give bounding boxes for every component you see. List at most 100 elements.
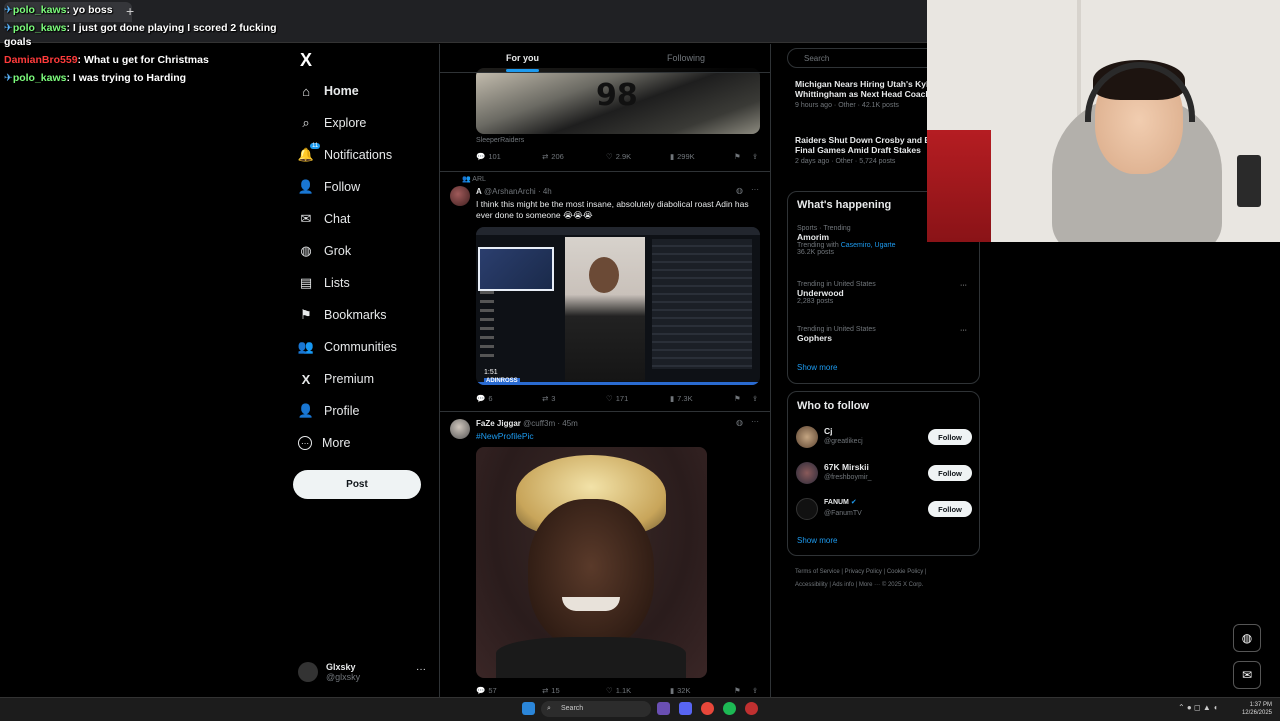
author-name[interactable]: A <box>476 187 482 196</box>
discord-icon[interactable] <box>679 702 692 715</box>
repost-button[interactable]: ⇄ 3 <box>542 394 555 403</box>
reply-button[interactable]: 💬 6 <box>476 394 493 403</box>
search-icon: ⌕ <box>547 705 551 712</box>
more-icon[interactable]: ··· <box>751 417 759 426</box>
nav-chat[interactable]: ✉ Chat <box>298 205 351 233</box>
more-icon: ⋯ <box>298 436 312 450</box>
views-icon: ▮ <box>670 394 675 403</box>
share-icon: ⇪ <box>752 152 759 161</box>
tab-following[interactable]: Following <box>667 44 705 72</box>
follow-button[interactable]: Follow <box>928 465 972 481</box>
account-switcher[interactable]: Glxsky @glxsky ··· <box>298 656 430 688</box>
obs-icon[interactable] <box>745 702 758 715</box>
home-icon: ⌂ <box>302 83 310 99</box>
nav-follow[interactable]: 👤 Follow <box>298 173 360 201</box>
chrome-icon[interactable] <box>701 702 714 715</box>
nav-communities[interactable]: 👥 Communities <box>298 333 397 361</box>
follow-button[interactable]: Follow <box>928 501 972 517</box>
reply-button[interactable]: 💬 57 <box>476 686 497 695</box>
new-tab-button[interactable]: + <box>126 3 134 19</box>
heart-icon: ♡ <box>606 394 613 403</box>
tab-for-you[interactable]: For you <box>506 44 539 72</box>
bookmark-button[interactable]: ⚑ <box>734 394 741 403</box>
grok-icon[interactable]: ◍ <box>1233 624 1261 652</box>
nav-premium[interactable]: X Premium <box>298 365 374 393</box>
more-icon[interactable]: ··· <box>960 282 967 289</box>
spotify-icon[interactable] <box>723 702 736 715</box>
post-button[interactable]: Post <box>293 470 421 499</box>
more-icon[interactable]: ··· <box>416 664 426 675</box>
nav-bookmarks[interactable]: ⚑ Bookmarks <box>298 301 386 329</box>
post-header: FaZe Jiggar @cuff3m · 45m <box>476 419 578 428</box>
bookmark-button[interactable]: ⚑ <box>734 152 741 161</box>
image-shirt <box>496 637 686 678</box>
views-button[interactable]: ▮ 299K <box>670 152 695 161</box>
profile-icon: 👤 <box>297 403 315 418</box>
grok-icon[interactable]: ◍ <box>736 418 743 427</box>
avatar[interactable] <box>450 419 470 439</box>
nav-more[interactable]: ⋯ More <box>298 429 350 457</box>
bookmark-icon: ⚑ <box>300 307 312 322</box>
author-name[interactable]: FaZe Jiggar <box>476 419 521 428</box>
bookmark-icon: ⚑ <box>734 152 741 161</box>
nav-notifications[interactable]: 🔔 11 Notifications <box>298 141 392 169</box>
post-video[interactable]: 1:51 ADINROSS <box>476 227 760 385</box>
chat-message: ✈polo_kaws: I just got done playing I sc… <box>4 22 277 34</box>
repost-icon: ⇄ <box>542 152 549 161</box>
share-button[interactable]: ⇪ <box>752 394 758 403</box>
share-button[interactable]: ⇪ <box>752 686 758 695</box>
post-text: I think this might be the most insane, a… <box>476 199 749 220</box>
repost-button[interactable]: ⇄ 15 <box>542 686 560 695</box>
avatar <box>796 498 818 520</box>
bookmark-button[interactable]: ⚑ <box>734 686 741 695</box>
hashtag-link[interactable]: #NewProfilePic <box>476 431 756 442</box>
author-handle[interactable]: @ArshanArchi <box>484 187 536 196</box>
views-button[interactable]: ▮ 7.3K <box>670 394 693 403</box>
show-more-link[interactable]: Show more <box>797 536 837 545</box>
chat-message: ✈polo_kaws: yo boss <box>4 4 113 16</box>
notification-badge: 11 <box>310 143 321 149</box>
post-image[interactable]: 98 <box>476 68 760 134</box>
x-logo[interactable]: X <box>300 50 312 71</box>
more-icon[interactable]: ··· <box>751 185 759 194</box>
badge-icon: ✈ <box>4 72 13 84</box>
system-tray-icons[interactable]: ⌃ ● ◻ ▲ ◖ <box>1178 703 1218 712</box>
show-more-link[interactable]: Show more <box>797 363 837 372</box>
card-title: What's happening <box>797 199 892 211</box>
more-icon[interactable]: ··· <box>960 327 967 334</box>
nav-lists[interactable]: ▤ Lists <box>298 269 350 297</box>
image-face <box>528 499 654 649</box>
nav-grok[interactable]: ◍ Grok <box>298 237 351 265</box>
views-button[interactable]: ▮ 32K <box>670 686 691 695</box>
video-inset-thumbnail <box>478 247 554 291</box>
share-icon: ⇪ <box>752 686 759 695</box>
trend-item[interactable]: Trending in United States Underwood 2,28… <box>797 281 967 305</box>
post-time[interactable]: · 45m <box>557 419 577 428</box>
community-icon: 👥 <box>462 176 471 183</box>
share-button[interactable]: ⇪ <box>752 152 758 161</box>
author-handle[interactable]: @cuff3m <box>523 419 555 428</box>
app-icon[interactable] <box>657 702 670 715</box>
nav-profile[interactable]: 👤 Profile <box>297 397 360 425</box>
mail-icon: ✉ <box>300 211 312 226</box>
taskbar-search[interactable]: ⌕ Search <box>541 701 651 717</box>
grok-icon[interactable]: ◍ <box>736 186 743 195</box>
repost-button[interactable]: ⇄ 206 <box>542 152 564 161</box>
avatar <box>298 662 318 682</box>
mail-icon[interactable]: ✉ <box>1233 661 1261 689</box>
nav-home[interactable]: ⌂ Home <box>298 77 359 105</box>
like-button[interactable]: ♡ 2.9K <box>606 152 631 161</box>
post-image[interactable] <box>476 447 707 678</box>
post-time[interactable]: · 4h <box>538 187 552 196</box>
reply-button[interactable]: 💬 101 <box>476 152 501 161</box>
windows-start-icon[interactable] <box>522 702 535 715</box>
nav-explore[interactable]: ⌕ Explore <box>298 109 366 137</box>
like-button[interactable]: ♡ 1.1K <box>606 686 631 695</box>
taskbar-clock[interactable]: 1:37 PM 12/26/2025 <box>1242 701 1272 717</box>
video-timestamp: 1:51 <box>484 369 498 376</box>
follow-button[interactable]: Follow <box>928 429 972 445</box>
avatar[interactable] <box>450 186 470 206</box>
trend-item[interactable]: Trending in United States Gophers <box>797 326 967 343</box>
like-button[interactable]: ♡ 171 <box>606 394 628 403</box>
chat-message: ✈polo_kaws: I was trying to Harding <box>4 72 187 84</box>
